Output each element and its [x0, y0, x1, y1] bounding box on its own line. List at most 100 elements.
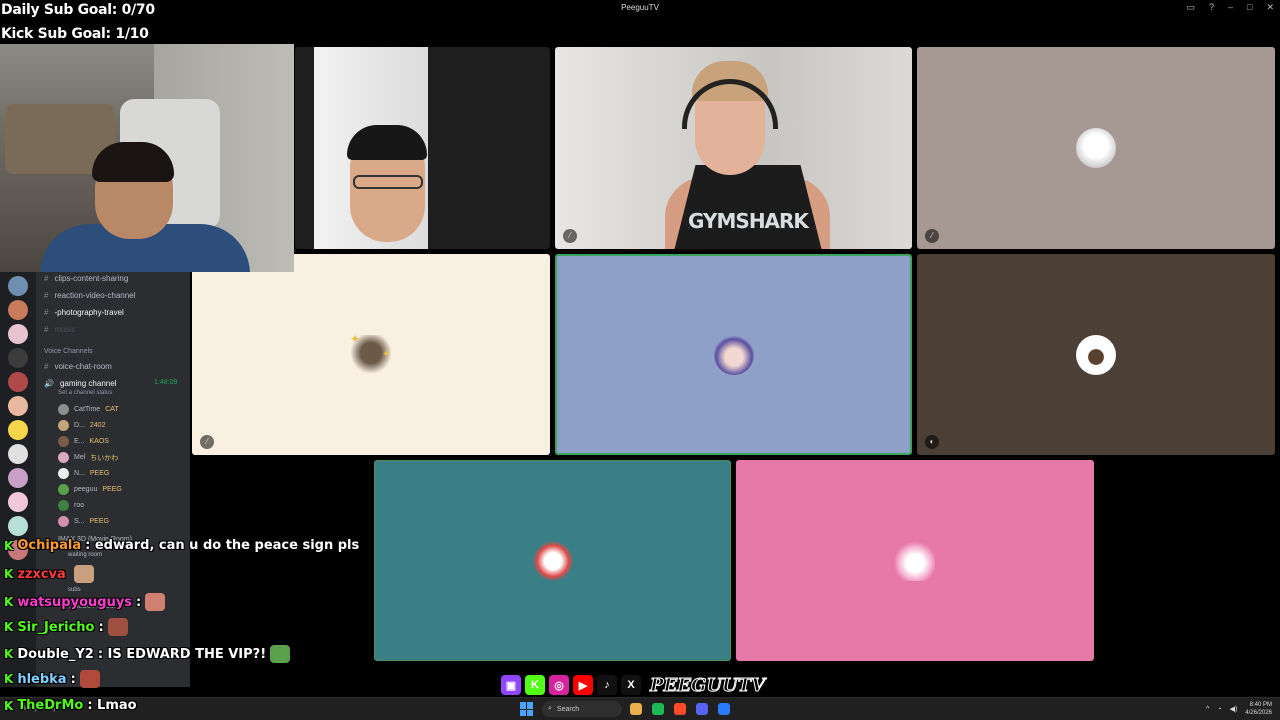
- voice-user[interactable]: D... 2402: [58, 420, 105, 431]
- chat-username[interactable]: Ochipala: [17, 538, 81, 553]
- voice-channel-gaming[interactable]: 🔊 gaming channel: [44, 379, 116, 388]
- user-avatar: [58, 452, 69, 463]
- audio-tile-teal[interactable]: [374, 460, 731, 661]
- chat-text: : Lmao: [87, 698, 137, 713]
- taskbar-app-icon[interactable]: [674, 703, 686, 715]
- chat-username[interactable]: Double_Y2: [17, 647, 94, 662]
- chat-emote: [270, 645, 291, 663]
- chat-username[interactable]: TheDrMo: [17, 698, 83, 713]
- sparkle-icon: ✦: [382, 349, 391, 360]
- channel-logo: PEEGUUTV: [649, 674, 766, 696]
- server-icon[interactable]: [8, 468, 28, 488]
- help-icon[interactable]: ?: [1209, 2, 1214, 13]
- streamer-webcam: [0, 44, 294, 272]
- user-avatar: [58, 500, 69, 511]
- chat-username[interactable]: hlebka: [17, 672, 66, 687]
- server-icon[interactable]: [8, 348, 28, 368]
- voice-channels-header[interactable]: Voice Channels: [44, 348, 93, 355]
- window-controls: ▭ ? – □ ✕: [1186, 2, 1274, 13]
- voice-timer: 1:48:09: [154, 379, 178, 386]
- kick-badge-icon: K: [4, 698, 14, 713]
- clock[interactable]: 8:40 PM 4/26/2026: [1245, 701, 1272, 717]
- social-links-bar: ▣ K ◎ ▶ ♪ X PEEGUUTV: [500, 672, 766, 698]
- server-icon[interactable]: [8, 396, 28, 416]
- voice-user[interactable]: peeguu PEEG: [58, 484, 122, 495]
- chat-emote: [107, 618, 128, 636]
- screen-share-icon[interactable]: ▭: [1186, 2, 1195, 13]
- channel-reaction[interactable]: # reaction-video-channel: [44, 291, 135, 300]
- taskbar-app-icon[interactable]: [630, 703, 642, 715]
- windows-taskbar: Mostly cloudy ⌕ Search ^ ◔ ◀) 8:40 PM 4/…: [0, 697, 1280, 720]
- taskbar-app-icon[interactable]: [652, 703, 664, 715]
- user-avatar: [58, 404, 69, 415]
- channel-music[interactable]: # music: [44, 325, 75, 334]
- muted-mic-icon: ⁄: [563, 229, 577, 243]
- server-icon[interactable]: [8, 300, 28, 320]
- voice-user-tag: PEEG: [89, 518, 109, 525]
- voice-user[interactable]: S... PEEG: [58, 516, 109, 527]
- taskbar-search[interactable]: ⌕ Search: [542, 701, 622, 717]
- channel-status[interactable]: Set a channel status: [58, 390, 112, 396]
- chat-username[interactable]: Sir_Jericho: [17, 620, 94, 635]
- daily-sub-goal: Daily Sub Goal: 0/70: [1, 2, 155, 18]
- audio-tile-cat[interactable]: ⁄: [917, 47, 1275, 249]
- voice-user-name: peeguu: [74, 486, 98, 493]
- muted-mic-icon: ⁄: [925, 229, 939, 243]
- audio-tile-sparkle[interactable]: ✦ ✦ ⁄: [192, 254, 550, 455]
- video-tile-guest-1[interactable]: [295, 47, 550, 249]
- tray-chevron-icon[interactable]: ^: [1206, 706, 1209, 713]
- user-avatar: [1076, 334, 1116, 375]
- server-icon[interactable]: [8, 492, 28, 512]
- maximize-button[interactable]: □: [1247, 2, 1252, 13]
- server-icon[interactable]: [8, 516, 28, 536]
- volume-icon[interactable]: ◀): [1230, 705, 1238, 713]
- deafened-icon: ◐: [925, 435, 939, 449]
- video-tile-guest-2[interactable]: GYMSHARK ⁄: [555, 47, 912, 249]
- voice-user[interactable]: CatTime CAT: [58, 404, 119, 415]
- voice-user-tag: KAOS: [89, 438, 109, 445]
- taskbar-app-icon[interactable]: [718, 703, 730, 715]
- shirt-text: GYMSHARK: [688, 209, 809, 233]
- server-icon[interactable]: [8, 324, 28, 344]
- voice-user-name: Mel: [74, 454, 86, 461]
- chat-message: K Sir_Jericho:: [4, 618, 128, 636]
- kick-badge-icon: K: [4, 538, 14, 553]
- voice-user[interactable]: roo: [58, 500, 89, 511]
- server-icon[interactable]: [8, 420, 28, 440]
- chat-emote: [145, 593, 166, 611]
- start-button[interactable]: [520, 702, 534, 716]
- audio-tile-brown[interactable]: ◐: [917, 254, 1275, 455]
- voice-user[interactable]: N... PEEG: [58, 468, 109, 479]
- network-icon[interactable]: ◔: [1217, 706, 1221, 713]
- chat-username[interactable]: zzxcva: [17, 567, 65, 582]
- audio-tile-pink[interactable]: [736, 460, 1094, 661]
- channel-photography[interactable]: # -photography-travel: [44, 308, 124, 317]
- window-title: PeeguuTV: [621, 3, 659, 12]
- voice-user-tag: PEEG: [102, 486, 122, 493]
- user-avatar: [58, 468, 69, 479]
- voice-channel-chat-room[interactable]: # voice-chat-room: [44, 362, 112, 371]
- taskbar-app-icon[interactable]: [696, 703, 708, 715]
- voice-user[interactable]: Mel ちいかわ: [58, 452, 118, 463]
- user-avatar: [532, 540, 573, 581]
- audio-tile-speaking[interactable]: [555, 254, 912, 455]
- voice-user-name: S...: [74, 518, 85, 525]
- server-icon[interactable]: [8, 444, 28, 464]
- voice-user[interactable]: E... KAOS: [58, 436, 109, 447]
- chat-text: : IS EDWARD THE VIP?!: [97, 646, 267, 662]
- kick-icon: K: [524, 674, 546, 696]
- chat-text: : edward, can u do the peace sign pls: [85, 538, 360, 553]
- kick-badge-icon: K: [4, 647, 14, 661]
- tiktok-icon: ♪: [596, 674, 618, 696]
- server-icon[interactable]: [8, 372, 28, 392]
- minimize-button[interactable]: –: [1228, 2, 1233, 13]
- chat-text: :: [136, 594, 142, 610]
- kick-badge-icon: K: [4, 595, 14, 609]
- chat-username[interactable]: watsupyouguys: [17, 595, 132, 610]
- close-button[interactable]: ✕: [1266, 2, 1274, 13]
- chat-message: Khlebka:: [4, 670, 100, 688]
- channel-clips[interactable]: # clips-content-sharing: [44, 274, 128, 283]
- server-icon[interactable]: [8, 276, 28, 296]
- title-bar: PeeguuTV ▭ ? – □ ✕: [0, 0, 1280, 17]
- chat-emote: [73, 565, 94, 583]
